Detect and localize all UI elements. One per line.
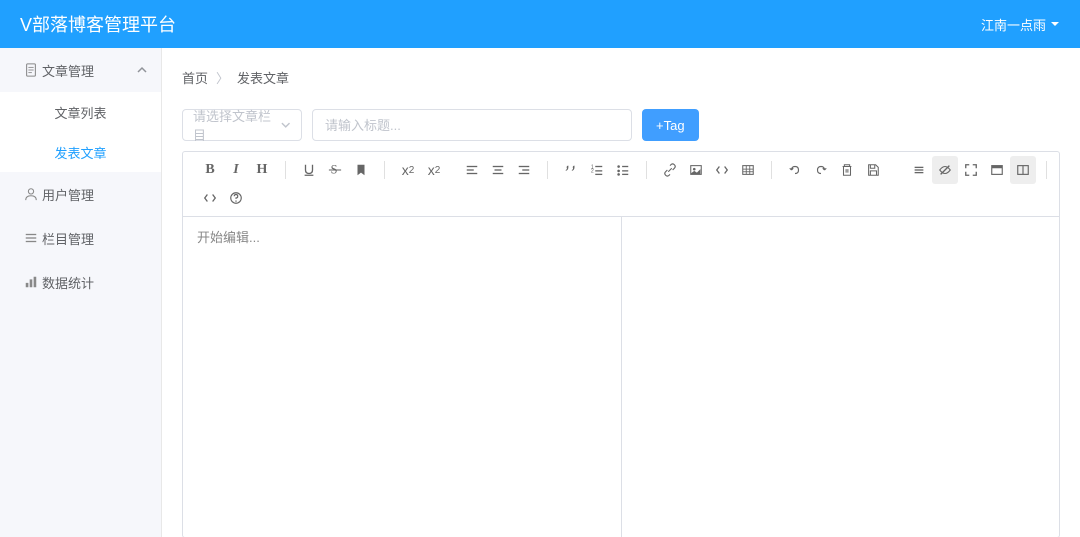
sidebar-item-label: 数据统计 [42, 273, 94, 292]
html-code-button[interactable] [197, 184, 223, 212]
bold-button[interactable]: B [197, 156, 223, 184]
underline-button[interactable] [296, 156, 322, 184]
category-select[interactable]: 请选择文章栏目 [182, 109, 302, 141]
help-button[interactable] [223, 184, 249, 212]
title-input[interactable] [312, 109, 632, 141]
align-center-button[interactable] [485, 156, 511, 184]
trash-button[interactable] [834, 156, 860, 184]
main-content: 首页 〉 发表文章 请选择文章栏目 +Tag B I H [162, 48, 1080, 537]
table-button[interactable] [735, 156, 761, 184]
strikethrough-button[interactable]: S [322, 156, 348, 184]
align-right-button[interactable] [511, 156, 537, 184]
ordered-list-button[interactable]: 12 [584, 156, 610, 184]
sidebar-item-label: 文章列表 [54, 103, 106, 122]
breadcrumb-home[interactable]: 首页 [182, 68, 208, 87]
sidebar-item-label: 栏目管理 [42, 229, 94, 248]
bookmark-button[interactable] [348, 156, 374, 184]
editor-toolbar: B I H S x2 x2 [183, 152, 1059, 217]
chart-icon [24, 275, 38, 289]
align-left-button[interactable] [459, 156, 485, 184]
user-icon [24, 187, 38, 201]
editor-placeholder: 开始编辑... [197, 230, 260, 245]
app-title: V部落博客管理平台 [20, 11, 176, 37]
read-mode-button[interactable] [984, 156, 1010, 184]
fullscreen-button[interactable] [958, 156, 984, 184]
sidebar-item-categories[interactable]: 栏目管理 [0, 216, 161, 260]
quote-button[interactable] [558, 156, 584, 184]
code-button[interactable] [709, 156, 735, 184]
breadcrumb-current: 发表文章 [237, 68, 289, 87]
subscript-button[interactable]: x2 [421, 156, 447, 184]
preview-toggle-button[interactable] [932, 156, 958, 184]
sidebar-subitem-publish-article[interactable]: 发表文章 [0, 132, 161, 172]
form-row: 请选择文章栏目 +Tag [182, 109, 1060, 141]
editor-textarea[interactable]: 开始编辑... [183, 217, 622, 537]
chevron-down-icon [280, 119, 291, 131]
editor-preview [622, 217, 1060, 537]
unordered-list-button[interactable] [610, 156, 636, 184]
undo-button[interactable] [782, 156, 808, 184]
sidebar-item-label: 用户管理 [42, 185, 94, 204]
redo-button[interactable] [808, 156, 834, 184]
heading-button[interactable]: H [249, 156, 275, 184]
link-button[interactable] [657, 156, 683, 184]
menu-icon-button[interactable] [906, 156, 932, 184]
superscript-button[interactable]: x2 [395, 156, 421, 184]
add-tag-button[interactable]: +Tag [642, 109, 699, 141]
save-button[interactable] [860, 156, 886, 184]
sidebar-item-label: 发表文章 [54, 143, 106, 162]
list-icon [24, 231, 38, 245]
user-menu[interactable]: 江南一点雨 [981, 15, 1060, 34]
chevron-down-icon [1050, 19, 1060, 29]
document-icon [24, 63, 38, 77]
italic-button[interactable]: I [223, 156, 249, 184]
image-button[interactable] [683, 156, 709, 184]
sidebar-subitem-article-list[interactable]: 文章列表 [0, 92, 161, 132]
user-name: 江南一点雨 [981, 15, 1046, 34]
chevron-right-icon: 〉 [216, 68, 229, 87]
sidebar: 文章管理 文章列表 发表文章 用户管理 栏目管理 数据统计 [0, 48, 162, 537]
markdown-editor: B I H S x2 x2 [182, 151, 1060, 537]
sidebar-item-users[interactable]: 用户管理 [0, 172, 161, 216]
sidebar-item-label: 文章管理 [42, 61, 94, 80]
svg-text:2: 2 [591, 169, 594, 175]
split-view-button[interactable] [1010, 156, 1036, 184]
app-header: V部落博客管理平台 江南一点雨 [0, 0, 1080, 48]
breadcrumb: 首页 〉 发表文章 [182, 60, 1060, 95]
sidebar-item-articles[interactable]: 文章管理 [0, 48, 161, 92]
select-placeholder: 请选择文章栏目 [193, 106, 280, 144]
chevron-up-icon [137, 65, 147, 75]
sidebar-item-stats[interactable]: 数据统计 [0, 260, 161, 304]
